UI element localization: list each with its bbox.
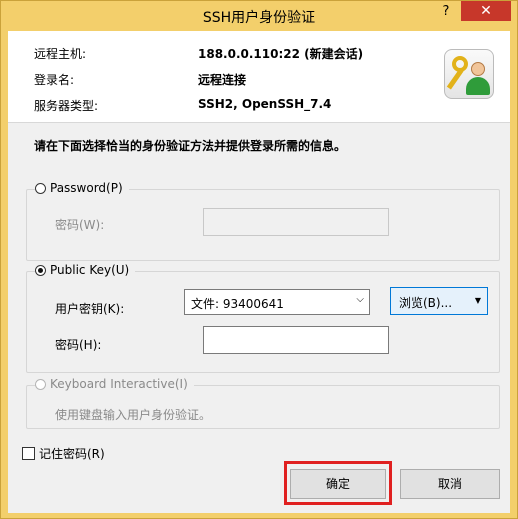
passphrase-field[interactable]	[203, 326, 389, 354]
cancel-button[interactable]: 取消	[400, 469, 500, 499]
ssh-auth-dialog: SSH用户身份验证 ? ✕ 远程主机: 188.0.0.110:22 (新建会话…	[0, 0, 518, 519]
public-key-radio-label: Public Key(U)	[50, 263, 130, 277]
user-key-label: 用户密钥(K):	[55, 302, 125, 316]
keyboard-interactive-radio[interactable]: Keyboard Interactive(I)	[35, 377, 194, 391]
instruction-text: 请在下面选择恰当的身份验证方法并提供登录所需的信息。	[34, 139, 347, 153]
password-label: 密码(W):	[55, 218, 105, 232]
passphrase-label: 密码(H):	[55, 338, 102, 352]
login-name-value: 远程连接	[198, 73, 247, 87]
title-bar[interactable]: SSH用户身份验证 ? ✕	[1, 1, 517, 31]
radio-button-selected[interactable]	[35, 264, 46, 276]
browse-button[interactable]: 浏览(B)... ▼	[390, 287, 488, 315]
remote-host-value: 188.0.0.110:22 (新建会话)	[198, 47, 364, 61]
close-button[interactable]: ✕	[461, 1, 511, 21]
keyboard-interactive-description: 使用键盘输入用户身份验证。	[55, 408, 212, 422]
close-icon: ✕	[480, 3, 492, 19]
remember-password-checkbox[interactable]: 记住密码(R)	[22, 445, 105, 462]
keyboard-interactive-label: Keyboard Interactive(I)	[50, 377, 188, 391]
ok-button[interactable]: 确定	[290, 469, 386, 499]
checkbox[interactable]	[22, 447, 35, 460]
remote-host-label: 远程主机:	[34, 47, 87, 61]
server-type-label: 服务器类型:	[34, 99, 99, 113]
remember-password-label: 记住密码(R)	[39, 447, 105, 461]
chevron-down-icon: ⌵	[356, 294, 364, 305]
server-type-value: SSH2, OpenSSH_7.4	[198, 97, 332, 111]
radio-button[interactable]	[35, 182, 46, 194]
password-group: Password(P) 密码(W):	[26, 181, 500, 261]
user-key-value: 文件: 93400641	[191, 297, 284, 311]
password-field[interactable]	[203, 208, 389, 236]
login-name-label: 登录名:	[34, 73, 75, 87]
key-user-icon	[444, 49, 494, 99]
password-radio[interactable]: Password(P)	[35, 181, 129, 195]
keyboard-interactive-group: Keyboard Interactive(I) 使用键盘输入用户身份验证。	[26, 377, 500, 429]
triangle-down-icon: ▼	[474, 296, 481, 305]
session-info-panel: 远程主机: 188.0.0.110:22 (新建会话) 登录名: 远程连接 服务…	[8, 31, 510, 123]
user-key-dropdown[interactable]: 文件: 93400641 ⌵	[184, 289, 370, 315]
radio-button-disabled[interactable]	[35, 378, 46, 390]
help-button[interactable]: ?	[433, 2, 459, 22]
browse-label: 浏览(B)...	[399, 296, 453, 310]
password-radio-label: Password(P)	[50, 181, 123, 195]
dialog-body: 远程主机: 188.0.0.110:22 (新建会话) 登录名: 远程连接 服务…	[8, 31, 510, 513]
public-key-radio[interactable]: Public Key(U)	[35, 263, 136, 277]
